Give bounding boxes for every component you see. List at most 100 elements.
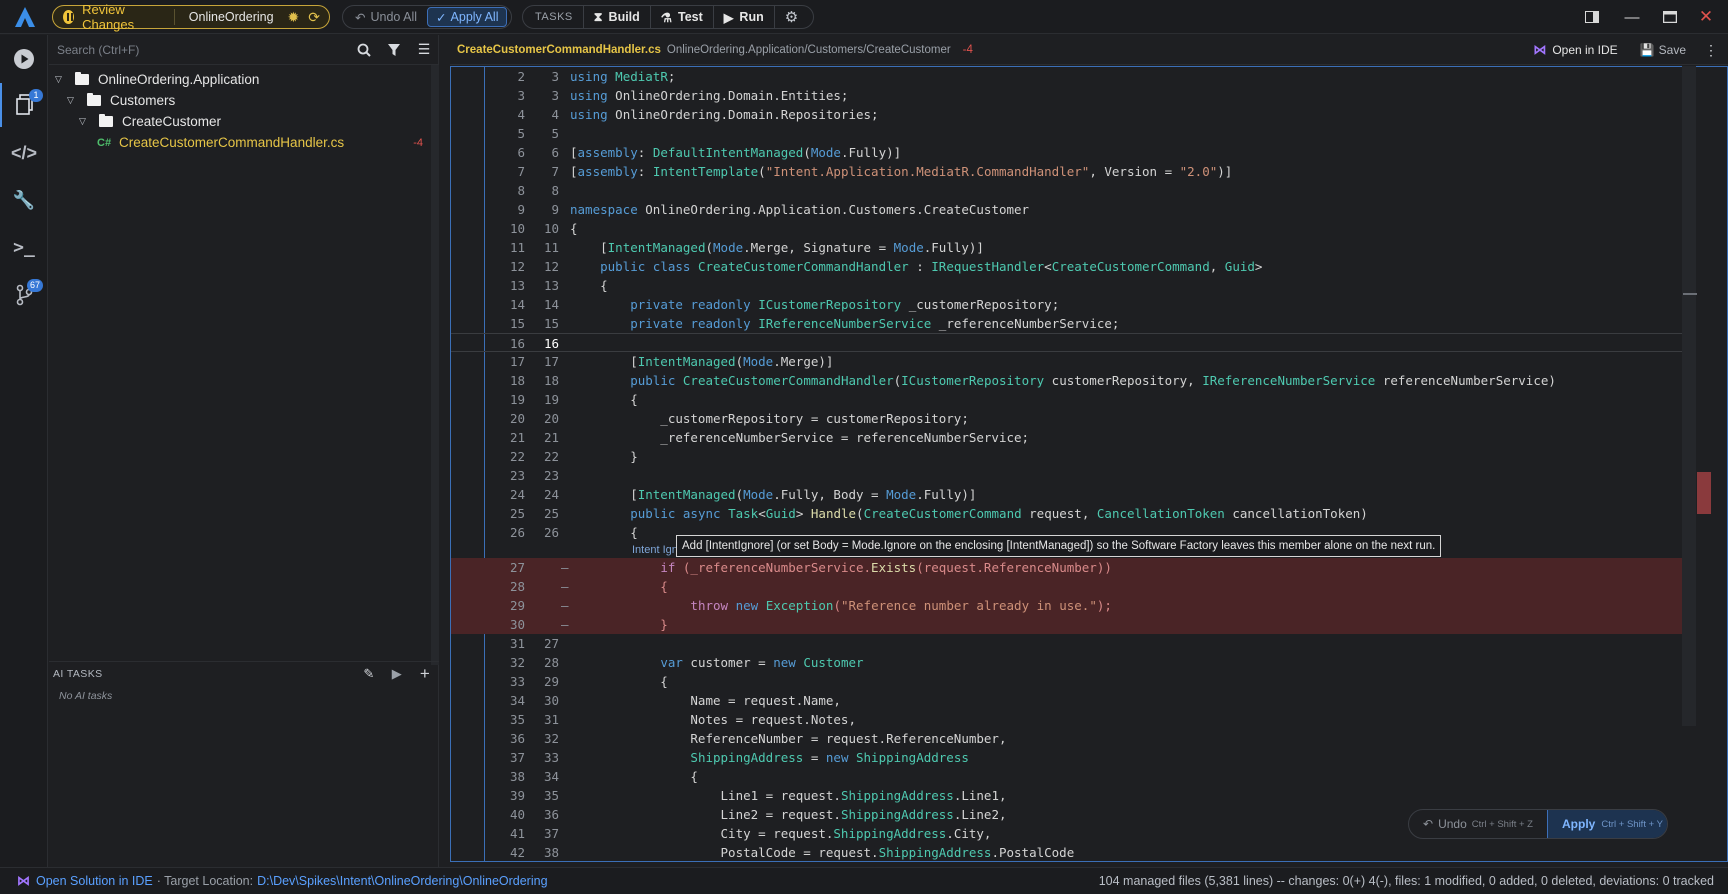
gear-icon[interactable]: ⚙ bbox=[773, 6, 808, 28]
git-branch-icon[interactable]: 67 bbox=[0, 273, 48, 317]
run-icon[interactable] bbox=[0, 37, 48, 81]
deleted-code-line[interactable]: 29— throw new Exception("Reference numbe… bbox=[451, 596, 1696, 615]
run-button[interactable]: ▶ Run bbox=[712, 6, 774, 28]
folder-icon bbox=[75, 72, 89, 85]
editor-scrollbar[interactable] bbox=[1682, 66, 1696, 726]
target-location-path[interactable]: D:\Dev\Spikes\Intent\OnlineOrdering\Onli… bbox=[257, 874, 547, 888]
new-line-number: 29 bbox=[543, 674, 559, 689]
code-line[interactable]: 2 3 using MediatR; bbox=[451, 67, 1696, 86]
git-badge: 67 bbox=[27, 279, 44, 292]
code-line[interactable]: 32 28 var customer = new Customer bbox=[451, 653, 1696, 672]
code-line[interactable]: 34 30 Name = request.Name, bbox=[451, 691, 1696, 710]
explorer-sidebar: ☰ ▽ OnlineOrdering.Application ▽ Custome… bbox=[49, 35, 439, 867]
code-line[interactable]: 37 33 ShippingAddress = new ShippingAddre… bbox=[451, 748, 1696, 767]
chevron-down-icon[interactable]: ▽ bbox=[55, 74, 67, 85]
code-line[interactable]: 18 18 public CreateCustomerCommandHandler… bbox=[451, 371, 1696, 390]
code-line[interactable]: 4 4 using OnlineOrdering.Domain.Repositori… bbox=[451, 105, 1696, 124]
code-line[interactable]: 11 11 [IntentManaged(Mode.Merge, Signatur… bbox=[451, 238, 1696, 257]
deleted-code-line[interactable]: 28— { bbox=[451, 577, 1696, 596]
terminal-icon[interactable]: >_ bbox=[0, 225, 48, 269]
more-icon[interactable]: ⋮ bbox=[1704, 42, 1718, 59]
old-line-number: 41 bbox=[509, 826, 525, 841]
diff-actions: ↶ Undo Ctrl + Shift + Z Apply Ctrl + Shi… bbox=[1408, 809, 1668, 839]
deleted-code-line[interactable]: 30— } bbox=[451, 615, 1696, 634]
file-change-count: -4 bbox=[413, 136, 423, 149]
code-line[interactable]: 19 19 { bbox=[451, 390, 1696, 409]
tasks-toolbar: TASKS ⧗ Build ⚗ Test ▶ Run ⚙ bbox=[522, 5, 814, 29]
wand-icon[interactable]: ✎ bbox=[355, 666, 383, 682]
play-icon[interactable]: ▶ bbox=[383, 666, 411, 682]
panel-icon[interactable] bbox=[1572, 6, 1612, 28]
sidebar-scrollbar[interactable] bbox=[431, 65, 439, 665]
deletion-overview-marker bbox=[1697, 472, 1711, 514]
tree-item-createcustomer[interactable]: ▽ CreateCustomer bbox=[49, 111, 431, 132]
code-line[interactable]: 42 38 PostalCode = request.ShippingAddres… bbox=[451, 843, 1696, 861]
ai-tasks-title: AI TASKS bbox=[53, 668, 103, 680]
undo-all-button[interactable]: ↶ Undo All bbox=[343, 10, 427, 25]
search-icon[interactable] bbox=[349, 35, 379, 65]
tree-item-root[interactable]: ▽ OnlineOrdering.Application bbox=[49, 69, 431, 90]
code-line[interactable]: 38 34 { bbox=[451, 767, 1696, 786]
close-icon[interactable]: ✕ bbox=[1686, 6, 1726, 28]
code-line[interactable]: 25 25 public async Task<Guid> Handle(Crea… bbox=[451, 504, 1696, 523]
code-line[interactable]: 35 31 Notes = request.Notes, bbox=[451, 710, 1696, 729]
tree-item-label: OnlineOrdering.Application bbox=[98, 72, 260, 87]
code-line[interactable]: 10 10 { bbox=[451, 219, 1696, 238]
code-line[interactable]: 3 3 using OnlineOrdering.Domain.Entities; bbox=[451, 86, 1696, 105]
hourglass-icon: ⧗ bbox=[593, 9, 603, 24]
ai-tasks-header: AI TASKS ✎ ▶ + bbox=[49, 662, 439, 686]
code-icon[interactable]: </> bbox=[0, 131, 48, 175]
minimize-icon[interactable]: — bbox=[1612, 6, 1652, 28]
review-changes-pill[interactable]: Review Changes OnlineOrdering ✹ ⟳ bbox=[52, 2, 330, 32]
open-in-ide-button[interactable]: ⋈ Open in IDE bbox=[1533, 42, 1617, 58]
apply-change-button[interactable]: Apply Ctrl + Shift + Y bbox=[1547, 810, 1667, 838]
code-line[interactable]: 12 12 public class CreateCustomerCommandH… bbox=[451, 257, 1696, 276]
code-line[interactable]: 20 20 _customerRepository = customerRepos… bbox=[451, 409, 1696, 428]
code-line[interactable]: 9 9 namespace OnlineOrdering.Application.C… bbox=[451, 200, 1696, 219]
build-button[interactable]: ⧗ Build bbox=[582, 6, 650, 28]
code-line[interactable]: 33 29 { bbox=[451, 672, 1696, 691]
code-line[interactable]: 21 21 _referenceNumberService = reference… bbox=[451, 428, 1696, 447]
code-line[interactable]: 22 22 } bbox=[451, 447, 1696, 466]
undo-change-button[interactable]: ↶ Undo Ctrl + Shift + Z bbox=[1409, 810, 1547, 838]
refresh-icon[interactable]: ⟳ bbox=[308, 9, 320, 26]
code-text: [assembly: DefaultIntentManaged(Mode.Ful… bbox=[570, 145, 902, 160]
code-line[interactable]: 7 7 [assembly: IntentTemplate("Intent.Appl… bbox=[451, 162, 1696, 181]
code-line[interactable]: 39 35 Line1 = request.ShippingAddress.Lin… bbox=[451, 786, 1696, 805]
apply-all-button[interactable]: ✓ Apply All bbox=[427, 7, 508, 27]
code-line[interactable]: 17 17 [IntentManaged(Mode.Merge)] bbox=[451, 352, 1696, 371]
deleted-code-line[interactable]: 27— if (_referenceNumberService.Exists(r… bbox=[451, 558, 1696, 577]
bug-icon[interactable]: ✹ bbox=[288, 9, 300, 26]
maximize-icon[interactable] bbox=[1650, 6, 1690, 28]
old-line-number: 39 bbox=[509, 788, 525, 803]
code-line[interactable]: 15 15 private readonly IReferenceNumberSe… bbox=[451, 314, 1696, 333]
plus-icon[interactable]: + bbox=[411, 664, 439, 684]
old-line-number: 19 bbox=[509, 392, 525, 407]
files-icon[interactable]: 1 bbox=[0, 83, 48, 127]
code-line[interactable]: 6 6 [assembly: DefaultIntentManaged(Mode.F… bbox=[451, 143, 1696, 162]
test-button[interactable]: ⚗ Test bbox=[649, 6, 713, 28]
code-line[interactable]: 23 23 bbox=[451, 466, 1696, 485]
code-line[interactable]: 31 27 bbox=[451, 634, 1696, 653]
code-line[interactable]: 14 14 private readonly ICustomerRepositor… bbox=[451, 295, 1696, 314]
tab-file-name[interactable]: CreateCustomerCommandHandler.cs bbox=[457, 44, 661, 56]
code-line[interactable]: 88 bbox=[451, 181, 1696, 200]
code-line[interactable]: 24 24 [IntentManaged(Mode.Fully, Body = M… bbox=[451, 485, 1696, 504]
filter-icon[interactable] bbox=[379, 35, 409, 65]
chevron-down-icon[interactable]: ▽ bbox=[79, 116, 91, 127]
code-line[interactable]: 13 13 { bbox=[451, 276, 1696, 295]
chevron-down-icon[interactable]: ▽ bbox=[67, 95, 79, 106]
save-button[interactable]: 💾 Save bbox=[1640, 43, 1686, 57]
new-line-number: 37 bbox=[543, 826, 559, 841]
open-solution-link[interactable]: Open Solution in IDE bbox=[36, 874, 153, 888]
tree-item-customers[interactable]: ▽ Customers bbox=[49, 90, 431, 111]
code-line[interactable]: 36 32 ReferenceNumber = request.Reference… bbox=[451, 729, 1696, 748]
search-input[interactable] bbox=[49, 37, 349, 62]
code-editor[interactable]: 2 3 using MediatR; 3 3 using OnlineOrdering.D… bbox=[450, 66, 1728, 862]
wrench-icon[interactable]: 🔧 bbox=[0, 178, 48, 222]
code-line[interactable]: 55 bbox=[451, 124, 1696, 143]
tree-item-file[interactable]: C# CreateCustomerCommandHandler.cs -4 bbox=[49, 132, 431, 153]
new-line-number: 34 bbox=[543, 769, 559, 784]
list-icon[interactable]: ☰ bbox=[409, 35, 439, 65]
code-line[interactable]: 16 16 bbox=[451, 333, 1696, 352]
